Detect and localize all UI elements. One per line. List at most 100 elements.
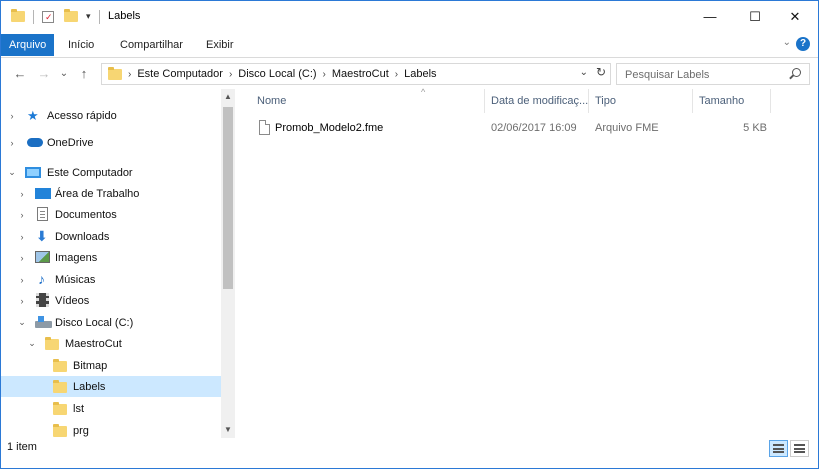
sidebar-item-label: OneDrive [47, 136, 94, 149]
minimize-button[interactable]: — [687, 1, 733, 32]
film-strip-icon [36, 293, 49, 307]
sidebar-item-bitmap[interactable]: Bitmap [1, 355, 221, 376]
desktop-icon [35, 188, 51, 199]
tab-inicio[interactable]: Início [61, 34, 101, 56]
pictures-icon [35, 251, 50, 263]
chevron-right-icon[interactable]: › [17, 253, 27, 263]
help-icon[interactable]: ? [796, 37, 810, 51]
sidebar-item-label: Downloads [55, 230, 110, 243]
search-box[interactable] [616, 63, 810, 85]
chevron-down-icon[interactable]: ⌄ [27, 338, 37, 349]
address-dropdown-icon[interactable]: ⌄ [580, 67, 588, 78]
search-input[interactable] [625, 67, 785, 82]
music-note-icon: ♪ [38, 271, 45, 287]
expand-ribbon-icon[interactable]: ⌄ [783, 37, 791, 48]
sidebar-item-imagens[interactable]: › Imagens [1, 247, 221, 268]
sort-indicator-icon: ^ [421, 87, 426, 97]
sidebar-item-videos[interactable]: › Vídeos [1, 290, 221, 311]
scrollbar-thumb[interactable] [223, 107, 233, 289]
folder-icon [108, 66, 122, 80]
sidebar-item-onedrive[interactable]: › OneDrive [1, 132, 221, 153]
breadcrumb-disco-local[interactable]: Disco Local (C:) [238, 68, 316, 80]
sidebar-item-label: Disco Local (C:) [55, 316, 134, 329]
breadcrumb-separator[interactable]: › [128, 69, 131, 80]
properties-icon[interactable]: ✓ [42, 10, 54, 23]
chevron-right-icon[interactable]: › [17, 189, 27, 199]
sidebar-item-lst[interactable]: lst [1, 398, 221, 419]
sidebar-item-label: Documentos [55, 208, 117, 221]
recent-locations-button[interactable]: ⌄ [55, 65, 73, 83]
breadcrumb-labels[interactable]: Labels [404, 68, 436, 80]
customize-toolbar-icon[interactable]: ▾ [86, 11, 91, 22]
column-header-label: Tamanho [699, 95, 745, 107]
navigation-bar: ← → ⌄ ↑ › Este Computador › Disco Local … [1, 59, 818, 89]
column-header-tamanho[interactable]: Tamanho [693, 89, 771, 113]
file-modified: 02/06/2017 16:09 [491, 122, 577, 134]
breadcrumb-separator[interactable]: › [395, 69, 398, 80]
sidebar-item-label: lst [73, 402, 84, 415]
sidebar-item-area-de-trabalho[interactable]: › Área de Trabalho [1, 183, 221, 204]
sidebar-item-documentos[interactable]: › Documentos [1, 204, 221, 225]
sidebar-item-acesso-rapido[interactable]: › ★ Acesso rápido [1, 105, 221, 126]
chevron-right-icon[interactable]: › [7, 138, 17, 148]
close-button[interactable]: ✕ [772, 1, 818, 32]
sidebar-item-label: Vídeos [55, 294, 90, 307]
file-type: Arquivo FME [595, 122, 659, 134]
column-header-nome[interactable]: Nome [251, 89, 485, 113]
table-row[interactable]: Promob_Modelo2.fme 02/06/2017 16:09 Arqu… [251, 117, 791, 139]
ribbon-tabs: Arquivo Início Compartilhar Exibir ⌄ ? [1, 32, 818, 58]
tab-exibir[interactable]: Exibir [199, 34, 241, 56]
details-view-icon [773, 444, 784, 453]
sidebar-item-label: Este Computador [47, 166, 133, 179]
file-icon [259, 120, 270, 135]
sidebar-item-prg[interactable]: prg [1, 420, 221, 438]
sidebar-item-downloads[interactable]: › ⬇ Downloads [1, 226, 221, 247]
back-button[interactable]: ← [11, 65, 29, 83]
column-header-tipo[interactable]: Tipo [589, 89, 693, 113]
column-header-label: Nome [257, 95, 287, 107]
column-header-data-modificacao[interactable]: Data de modificaç... [485, 89, 589, 113]
tab-arquivo[interactable]: Arquivo [1, 34, 55, 56]
chevron-down-icon[interactable]: ⌄ [7, 167, 17, 178]
cloud-icon [27, 138, 43, 147]
sidebar-item-label: prg [73, 424, 89, 437]
scroll-up-icon[interactable]: ▲ [221, 89, 235, 105]
chevron-down-icon[interactable]: ⌄ [17, 317, 27, 328]
address-bar[interactable]: › Este Computador › Disco Local (C:) › M… [101, 63, 611, 85]
details-view-button[interactable] [769, 440, 788, 457]
sidebar-item-este-computador[interactable]: ⌄ Este Computador [1, 162, 221, 183]
tab-compartilhar[interactable]: Compartilhar [113, 34, 190, 56]
sidebar-item-maestrocut[interactable]: ⌄ MaestroCut [1, 333, 221, 354]
sidebar-item-label: MaestroCut [65, 337, 122, 350]
item-count: 1 item [7, 441, 37, 453]
chevron-right-icon[interactable]: › [7, 111, 17, 121]
chevron-right-icon[interactable]: › [17, 296, 27, 306]
sidebar-item-label: Labels [73, 380, 106, 393]
breadcrumb-separator[interactable]: › [229, 69, 232, 80]
star-icon: ★ [27, 108, 39, 123]
sidebar-item-label: Músicas [55, 273, 96, 286]
chevron-right-icon[interactable]: › [17, 232, 27, 242]
navigation-pane: › ★ Acesso rápido › OneDrive ⌄ Este Comp… [1, 89, 235, 438]
breadcrumb-separator[interactable]: › [323, 69, 326, 80]
breadcrumb-maestrocut[interactable]: MaestroCut [332, 68, 389, 80]
sidebar-item-labels[interactable]: Labels [1, 376, 221, 397]
navigation-scrollbar[interactable]: ▲ ▼ [221, 89, 235, 438]
sidebar-item-musicas[interactable]: › ♪ Músicas [1, 269, 221, 290]
toolbar-divider [98, 9, 100, 24]
sidebar-item-disco-local[interactable]: ⌄ Disco Local (C:) [1, 312, 221, 333]
column-header-label: Tipo [595, 95, 616, 107]
chevron-right-icon[interactable]: › [17, 210, 27, 220]
up-button[interactable]: ↑ [75, 65, 93, 83]
large-icons-view-button[interactable] [790, 440, 809, 457]
chevron-right-icon[interactable]: › [17, 275, 27, 285]
folder-icon [11, 9, 25, 22]
forward-button[interactable]: → [35, 65, 53, 83]
breadcrumb-este-computador[interactable]: Este Computador [137, 68, 223, 80]
folder-icon [45, 337, 59, 350]
refresh-icon[interactable]: ↻ [596, 65, 606, 79]
scroll-down-icon[interactable]: ▼ [221, 422, 235, 438]
download-arrow-icon: ⬇ [36, 228, 48, 244]
new-folder-icon[interactable] [64, 9, 78, 22]
folder-icon [53, 402, 67, 415]
